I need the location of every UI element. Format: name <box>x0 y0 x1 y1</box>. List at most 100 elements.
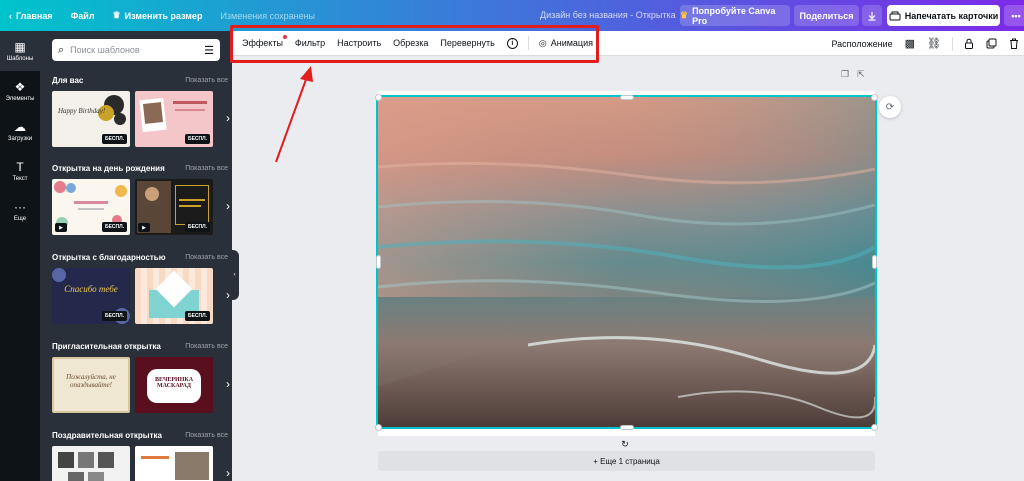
resize-handle-top-right[interactable] <box>871 94 878 101</box>
layout-icon: ▦ <box>14 39 26 54</box>
search-box[interactable]: ⌕ ☰ <box>52 39 220 61</box>
section-birthday: Открытка на день рождения Показать все ▶… <box>52 161 230 235</box>
template-thumbnail[interactable]: БЕСПЛ. <box>135 268 213 324</box>
thumb-text: Happy Birthday! <box>58 107 106 115</box>
print-icon <box>889 11 901 20</box>
show-all-link[interactable]: Показать все <box>185 432 228 439</box>
rail-label: Элементы <box>5 95 35 102</box>
more-dots-icon: ••• <box>1011 10 1021 21</box>
transparency-checker-icon: ▩ <box>904 38 916 50</box>
templates-panel: ⌕ ☰ Для вас Показать все Happy Birthday!… <box>40 31 232 481</box>
rail-item-more[interactable]: ··· Еще <box>0 191 40 231</box>
resize-handle-top[interactable] <box>620 95 634 100</box>
download-icon <box>868 11 876 21</box>
delete-button[interactable] <box>1004 38 1024 49</box>
template-thumbnail[interactable]: ВЕЧЕРИНКА МАСКАРАД <box>135 357 213 413</box>
resize-handle-bottom-right[interactable] <box>871 424 878 431</box>
search-icon: ⌕ <box>58 43 65 56</box>
sea-photo-image <box>378 97 875 427</box>
section-title: Для вас <box>52 75 84 85</box>
duplicate-page-icon[interactable]: ❐ <box>841 69 849 80</box>
free-badge: БЕСПЛ. <box>101 222 127 232</box>
more-options-button[interactable]: ••• <box>1004 5 1024 26</box>
file-label: Файл <box>70 10 95 21</box>
chevron-right-icon[interactable]: › <box>226 199 230 213</box>
print-cards-label: Напечатать карточки <box>904 10 999 21</box>
resize-handle-right[interactable] <box>872 255 877 269</box>
add-page-icon[interactable]: ⇱ <box>857 69 865 80</box>
resize-handle-top-left[interactable] <box>375 94 382 101</box>
section-title: Поздравительная открытка <box>52 430 162 440</box>
template-thumbnail[interactable] <box>52 446 130 481</box>
duplicate-button[interactable] <box>981 38 1002 49</box>
rail-label: Шаблоны <box>6 55 34 62</box>
show-all-link[interactable]: Показать все <box>185 254 228 261</box>
home-button[interactable]: ‹ Главная <box>0 0 62 31</box>
link-button[interactable]: ⛓ <box>922 37 946 50</box>
resize-handle-left[interactable] <box>376 255 381 269</box>
show-all-link[interactable]: Показать все <box>185 165 228 172</box>
free-badge: БЕСПЛ. <box>101 134 127 144</box>
section-invitation: Пригласительная открытка Показать все По… <box>52 339 230 413</box>
rail-item-text[interactable]: T Текст <box>0 151 40 191</box>
collapse-panel-handle[interactable]: ‹ <box>230 250 239 300</box>
share-button[interactable]: Поделиться <box>794 5 859 26</box>
try-pro-button[interactable]: ♛ Попробуйте Canva Pro <box>680 5 790 26</box>
add-page-button[interactable]: + Еще 1 страница <box>378 451 875 471</box>
rail-item-elements[interactable]: ❖ Элементы <box>0 71 40 111</box>
template-thumbnail[interactable]: ▶ БЕСПЛ. <box>52 179 130 235</box>
thumb-text: ВЕЧЕРИНКА МАСКАРАД <box>154 377 194 389</box>
sea-photo[interactable] <box>376 95 877 429</box>
template-thumbnail[interactable]: Пожалуйста, не опаздывайте! <box>52 357 130 413</box>
section-title: Открытка с благодарностью <box>52 252 166 262</box>
home-label: Главная <box>16 10 53 21</box>
page-tools: ❐ ⇱ <box>841 69 865 80</box>
template-thumbnail[interactable]: Спасибо тебе БЕСПЛ. <box>52 268 130 324</box>
template-thumbnail[interactable]: ▶ БЕСПЛ. <box>135 179 213 235</box>
show-all-link[interactable]: Показать все <box>185 343 228 350</box>
template-thumbnail[interactable]: БЕСПЛ. <box>135 91 213 147</box>
free-badge: БЕСПЛ. <box>184 134 210 144</box>
download-button[interactable] <box>862 5 882 26</box>
section-for-you: Для вас Показать все Happy Birthday! БЕС… <box>52 73 230 147</box>
position-label: Расположение <box>831 38 893 49</box>
file-menu[interactable]: Файл <box>62 0 104 31</box>
share-label: Поделиться <box>799 10 854 21</box>
section-title: Пригласительная открытка <box>52 341 161 351</box>
rotate-handle-icon[interactable]: ↻ <box>619 439 631 451</box>
position-button[interactable]: Расположение <box>826 39 897 49</box>
template-thumbnail[interactable] <box>135 446 213 481</box>
chevron-right-icon[interactable]: › <box>226 111 230 125</box>
resize-handle-bottom-left[interactable] <box>375 424 382 431</box>
free-badge: БЕСПЛ. <box>101 311 127 321</box>
template-thumbnail[interactable]: Happy Birthday! БЕСПЛ. <box>52 91 130 147</box>
rail-item-templates[interactable]: ▦ Шаблоны <box>0 31 40 71</box>
refresh-icon[interactable]: ⟳ <box>879 96 901 118</box>
rail-item-uploads[interactable]: ☁ Загрузки <box>0 111 40 151</box>
filter-sliders-icon[interactable]: ☰ <box>204 44 214 57</box>
upload-icon: ☁ <box>14 119 26 134</box>
try-pro-label: Попробуйте Canva Pro <box>692 5 776 26</box>
search-input[interactable] <box>70 45 199 55</box>
resize-button[interactable]: ♛ Изменить размер <box>104 0 212 31</box>
section-greeting: Поздравительная открытка Показать все › <box>52 428 230 481</box>
rail-label: Загрузки <box>7 135 33 142</box>
chevron-right-icon[interactable]: › <box>226 466 230 480</box>
transparency-button[interactable]: ▩ <box>900 37 920 50</box>
chevron-left-icon: ‹ <box>233 272 236 278</box>
print-cards-button[interactable]: Напечатать карточки <box>887 5 1000 26</box>
more-icon: ··· <box>14 199 26 214</box>
chevron-left-icon: ‹ <box>9 10 12 21</box>
shapes-icon: ❖ <box>14 79 26 94</box>
resize-handle-bottom[interactable] <box>620 425 634 430</box>
crown-icon: ♛ <box>680 10 689 20</box>
lock-button[interactable] <box>959 38 979 49</box>
show-all-link[interactable]: Показать все <box>185 77 228 84</box>
text-icon: T <box>16 159 24 174</box>
toolbar-divider <box>952 36 953 51</box>
video-play-icon: ▶ <box>138 223 150 232</box>
save-status-label: Изменения сохранены <box>220 10 316 21</box>
add-page-label: + Еще 1 страница <box>593 456 660 466</box>
chevron-right-icon[interactable]: › <box>226 377 230 391</box>
annotation-highlight-box <box>230 25 599 63</box>
